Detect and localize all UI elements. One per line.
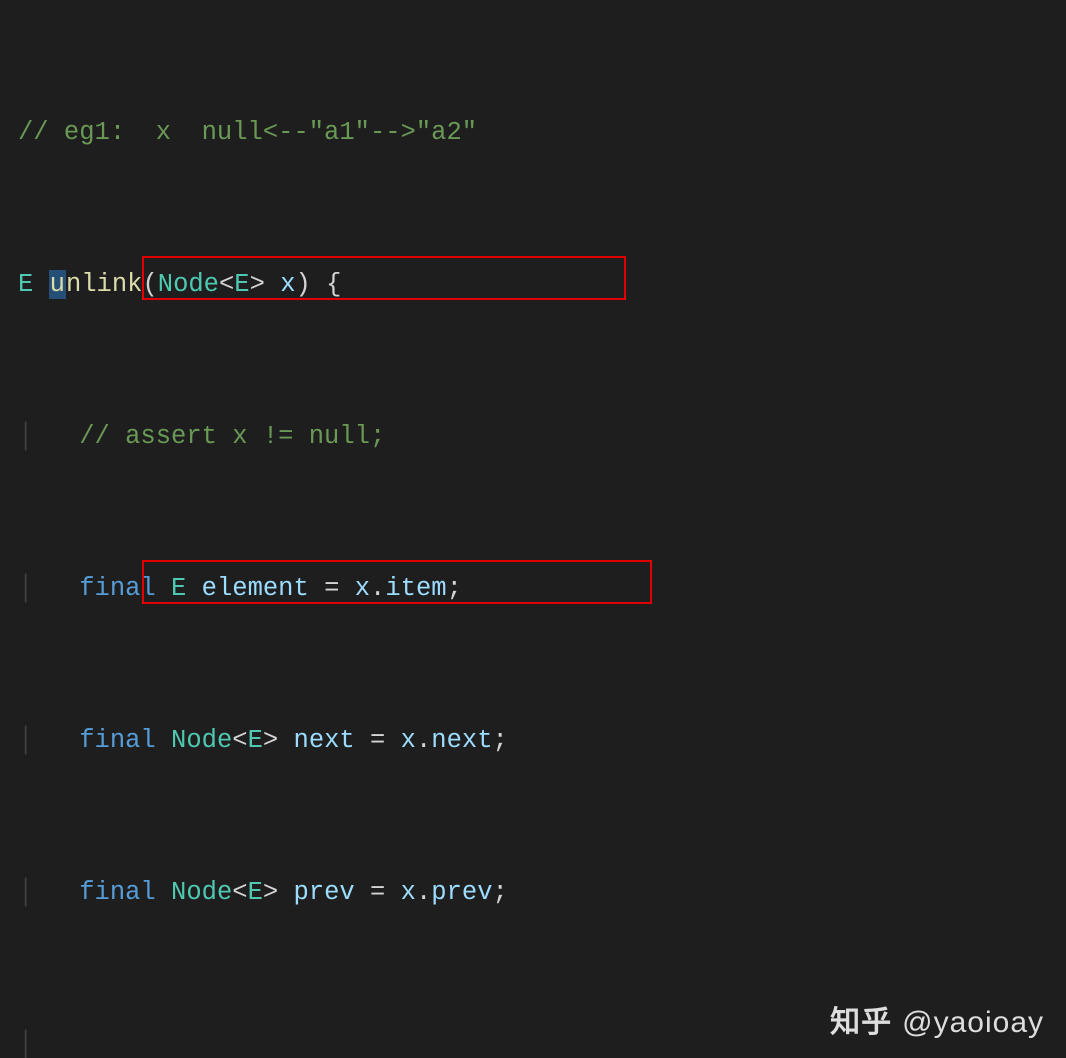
comment: // assert x != null; (79, 422, 385, 451)
type: E (18, 270, 33, 299)
code-line[interactable]: │ final Node<E> prev = x.prev; (6, 874, 1066, 912)
code-line[interactable]: // eg1: x null<--"a1"-->"a2" (6, 114, 1066, 152)
function-name: unlink (49, 270, 143, 299)
comment: // eg1: x null<--"a1"-->"a2" (18, 118, 477, 147)
code-line[interactable]: │ final Node<E> next = x.next; (6, 722, 1066, 760)
code-line[interactable]: │ final E element = x.item; (6, 570, 1066, 608)
watermark: 知乎 @yaoioay (830, 1004, 1044, 1042)
code-line-current[interactable]: E unlink(Node<E> x) { (6, 266, 1066, 304)
param: x (280, 270, 295, 299)
zhihu-logo-icon: 知乎 (830, 1004, 892, 1042)
code-editor[interactable]: // eg1: x null<--"a1"-->"a2" E unlink(No… (0, 0, 1066, 1058)
watermark-handle: @yaoioay (902, 1004, 1044, 1042)
code-line[interactable]: │ // assert x != null; (6, 418, 1066, 456)
text-selection: u (49, 270, 66, 299)
